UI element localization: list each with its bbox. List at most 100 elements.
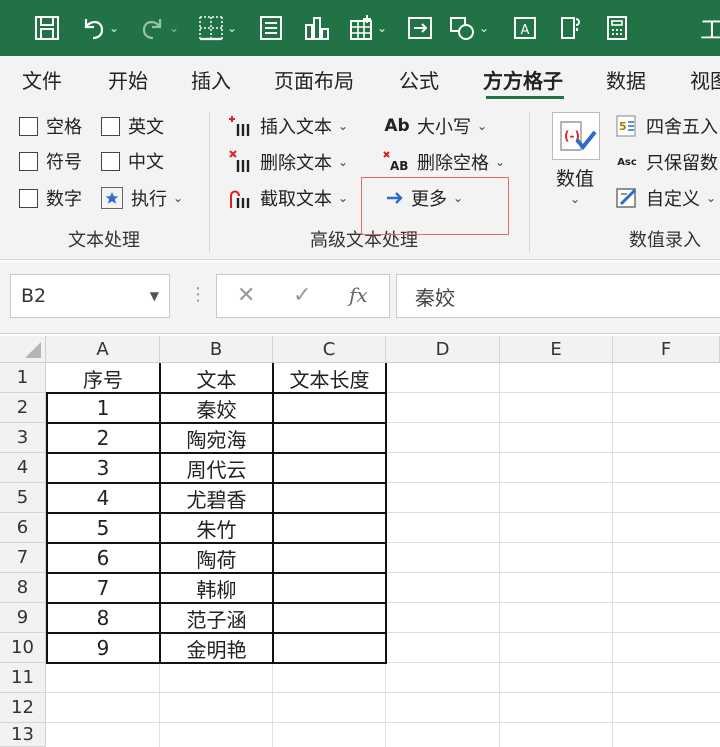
cell-a4[interactable]: 3 xyxy=(47,454,159,482)
header-cell-text[interactable]: 文本 xyxy=(161,364,272,392)
round-button[interactable]: 5 四舍五入 xyxy=(614,113,718,139)
custom-icon xyxy=(614,186,640,210)
cancel-icon[interactable]: ✕ xyxy=(237,283,255,308)
tab-data[interactable]: 数据 xyxy=(606,65,646,94)
delete-text-button[interactable]: 删除文本 ⌄ xyxy=(228,149,348,175)
row-header-5[interactable]: 5 xyxy=(0,483,46,513)
tab-view[interactable]: 视图 xyxy=(690,65,720,94)
shapes-icon[interactable]: ⌄ xyxy=(448,12,489,44)
cell-b4[interactable]: 周代云 xyxy=(161,454,272,482)
row-header-10[interactable]: 10 xyxy=(0,633,46,663)
svg-text:A: A xyxy=(521,23,530,38)
cell-b3[interactable]: 陶宛海 xyxy=(161,424,272,452)
row-header-13[interactable]: 13 xyxy=(0,723,46,747)
tab-home[interactable]: 开始 xyxy=(108,65,148,94)
cell-c6[interactable] xyxy=(274,514,385,542)
screen-icon[interactable] xyxy=(406,12,434,44)
cell-b7[interactable]: 陶荷 xyxy=(161,544,272,572)
tab-page-layout[interactable]: 页面布局 xyxy=(274,65,354,94)
calculator-icon[interactable] xyxy=(604,12,630,44)
custom-button[interactable]: 自定义 ⌄ xyxy=(614,185,716,211)
cell-c5[interactable] xyxy=(274,484,385,512)
select-all-button[interactable] xyxy=(0,336,46,363)
cell-c8[interactable] xyxy=(274,574,385,602)
delete-text-label: 删除文本 xyxy=(260,153,332,174)
column-header-a[interactable]: A xyxy=(46,336,160,363)
format-icon[interactable] xyxy=(558,12,584,44)
cell-b6[interactable]: 朱竹 xyxy=(161,514,272,542)
row-header-1[interactable]: 1 xyxy=(0,363,46,393)
row-header-4[interactable]: 4 xyxy=(0,453,46,483)
english-checkbox[interactable]: 英文 xyxy=(101,113,164,139)
column-header-b[interactable]: B xyxy=(160,336,273,363)
text-box-icon[interactable]: A xyxy=(512,12,538,44)
cell-c7[interactable] xyxy=(274,544,385,572)
cell-b9[interactable]: 范子涵 xyxy=(161,604,272,632)
tab-fangfang-gezi[interactable]: 方方格子 xyxy=(483,65,563,94)
cell-a10[interactable]: 9 xyxy=(47,634,159,662)
cell-c3[interactable] xyxy=(274,424,385,452)
cell-c9[interactable] xyxy=(274,604,385,632)
borders-icon[interactable]: ⌄ xyxy=(198,12,237,44)
formula-value: 秦姣 xyxy=(415,285,455,310)
name-box[interactable]: B2 ▼ xyxy=(10,274,170,318)
insert-table-icon[interactable]: ⌄ xyxy=(348,12,387,44)
insert-function-icon[interactable]: fx xyxy=(349,283,368,307)
cell-a9[interactable]: 8 xyxy=(47,604,159,632)
chart-icon[interactable] xyxy=(303,12,331,44)
keep-value-button[interactable]: Asc 只保留数 xyxy=(614,149,718,175)
cell-c10[interactable] xyxy=(274,634,385,662)
form-icon[interactable] xyxy=(258,12,284,44)
number-checkbox[interactable]: 数字 xyxy=(19,185,82,211)
extract-text-button[interactable]: 截取文本 ⌄ xyxy=(228,185,348,211)
column-header-f[interactable]: F xyxy=(613,336,720,363)
delete-spaces-label: 删除空格 xyxy=(417,153,489,174)
save-icon[interactable] xyxy=(34,12,60,44)
symbol-checkbox[interactable]: 符号 xyxy=(19,148,82,174)
tab-insert[interactable]: 插入 xyxy=(191,65,231,94)
chevron-down-icon: ⌄ xyxy=(338,155,349,169)
name-box-dropdown-icon[interactable]: ▼ xyxy=(150,289,159,303)
tab-file[interactable]: 文件 xyxy=(22,65,62,94)
cell-a7[interactable]: 6 xyxy=(47,544,159,572)
cell-b8[interactable]: 韩柳 xyxy=(161,574,272,602)
row-header-12[interactable]: 12 xyxy=(0,693,46,723)
cell-a3[interactable]: 2 xyxy=(47,424,159,452)
chinese-checkbox[interactable]: 中文 xyxy=(101,148,164,174)
value-button[interactable]: (-) 数值 ⌄ xyxy=(548,108,604,218)
undo-icon[interactable]: ⌄ xyxy=(80,12,119,44)
header-cell-index[interactable]: 序号 xyxy=(47,364,159,392)
chevron-down-icon: ⌄ xyxy=(338,191,349,205)
cell-a2[interactable]: 1 xyxy=(47,394,159,422)
cell-c4[interactable] xyxy=(274,454,385,482)
formula-input[interactable]: 秦姣 xyxy=(396,274,720,318)
execute-button[interactable]: 执行 ⌄ xyxy=(101,185,183,211)
tab-formulas[interactable]: 公式 xyxy=(399,65,439,94)
row-header-8[interactable]: 8 xyxy=(0,573,46,603)
row-header-6[interactable]: 6 xyxy=(0,513,46,543)
header-cell-text-length[interactable]: 文本长度 xyxy=(274,364,385,392)
insert-text-button[interactable]: 插入文本 ⌄ xyxy=(228,113,348,139)
cell-b10[interactable]: 金明艳 xyxy=(161,634,272,662)
column-header-d[interactable]: D xyxy=(386,336,500,363)
delete-spaces-button[interactable]: AB 删除空格 ⌄ xyxy=(383,149,505,175)
cell-c2[interactable] xyxy=(274,394,385,422)
redo-icon[interactable]: ⌄ xyxy=(140,12,179,44)
row-header-11[interactable]: 11 xyxy=(0,663,46,693)
cell-a6[interactable]: 5 xyxy=(47,514,159,542)
formula-bar-grip-icon[interactable]: ⋮ xyxy=(189,284,207,305)
spreadsheet-grid[interactable]: A B C D E F 1 2 3 4 5 6 7 8 9 10 11 12 1… xyxy=(0,336,720,747)
row-header-3[interactable]: 3 xyxy=(0,423,46,453)
space-checkbox[interactable]: 空格 xyxy=(19,113,82,139)
cell-a8[interactable]: 7 xyxy=(47,574,159,602)
column-header-c[interactable]: C xyxy=(273,336,386,363)
case-button[interactable]: Ab 大小写 ⌄ xyxy=(383,113,487,139)
row-header-9[interactable]: 9 xyxy=(0,603,46,633)
cell-b2[interactable]: 秦姣 xyxy=(161,394,272,422)
column-header-e[interactable]: E xyxy=(500,336,613,363)
row-header-7[interactable]: 7 xyxy=(0,543,46,573)
row-header-2[interactable]: 2 xyxy=(0,393,46,423)
cell-b5[interactable]: 尤碧香 xyxy=(161,484,272,512)
enter-icon[interactable]: ✓ xyxy=(293,283,311,308)
cell-a5[interactable]: 4 xyxy=(47,484,159,512)
